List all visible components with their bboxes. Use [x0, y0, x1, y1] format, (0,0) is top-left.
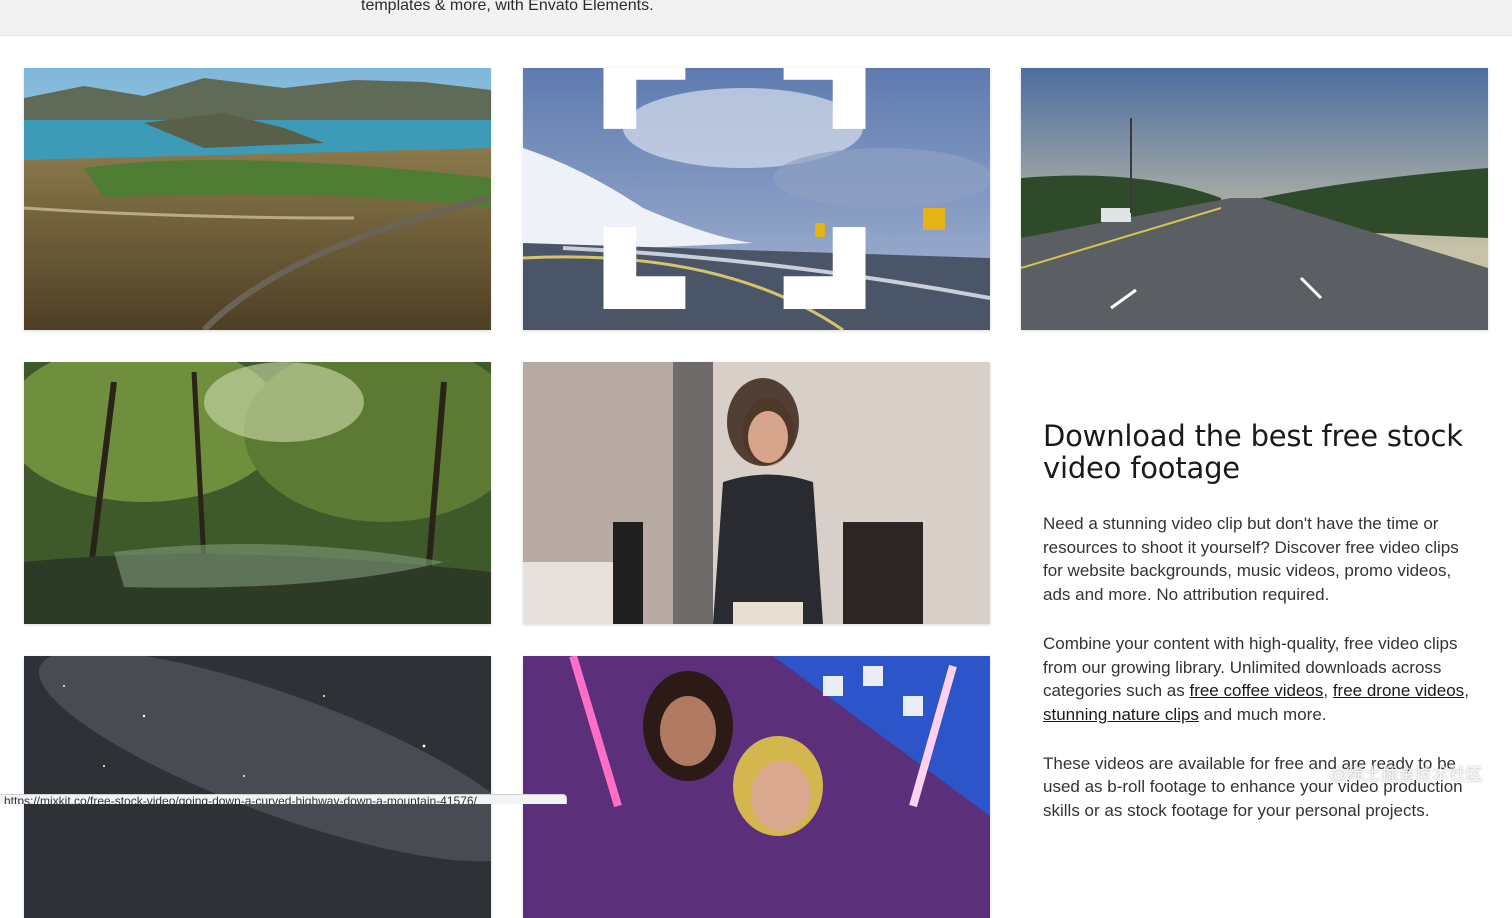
- link-free-coffee-videos[interactable]: free coffee videos: [1189, 681, 1323, 700]
- description-paragraph-2: Combine your content with high-quality, …: [1043, 632, 1483, 727]
- video-card-forest-stream[interactable]: [24, 362, 491, 624]
- banner-text: templates & more, with Envato Elements.: [361, 0, 654, 14]
- watermark: @稀土掘金技术社区: [1330, 765, 1483, 785]
- description-paragraph-1: Need a stunning video clip but don't hav…: [1043, 514, 1459, 605]
- section-heading: Download the best free stock video foota…: [1043, 419, 1463, 485]
- video-card-woman-screaming[interactable]: [523, 362, 990, 624]
- video-card-starry-sky[interactable]: [24, 656, 491, 918]
- link-stunning-nature-clips[interactable]: stunning nature clips: [1043, 705, 1199, 724]
- video-thumbnail: [24, 362, 491, 624]
- video-card-highway-traffic[interactable]: [1021, 68, 1488, 330]
- link-free-drone-videos[interactable]: free drone videos: [1333, 681, 1464, 700]
- video-thumbnail: [523, 362, 990, 624]
- video-card-curved-highway-mountain[interactable]: [523, 68, 990, 330]
- promo-banner: templates & more, with Envato Elements.: [0, 0, 1512, 36]
- video-thumbnail: [24, 656, 491, 918]
- video-card-mountain-bay-road[interactable]: [24, 68, 491, 330]
- expand-icon[interactable]: [523, 68, 968, 309]
- separator: ,: [1464, 681, 1469, 701]
- video-thumbnail: [24, 68, 491, 330]
- separator: ,: [1323, 681, 1333, 701]
- video-thumbnail: [1021, 68, 1488, 330]
- paragraph-2-suffix: and much more.: [1198, 704, 1327, 724]
- video-thumbnail: [523, 656, 990, 918]
- video-card-neon-girls[interactable]: [523, 656, 990, 918]
